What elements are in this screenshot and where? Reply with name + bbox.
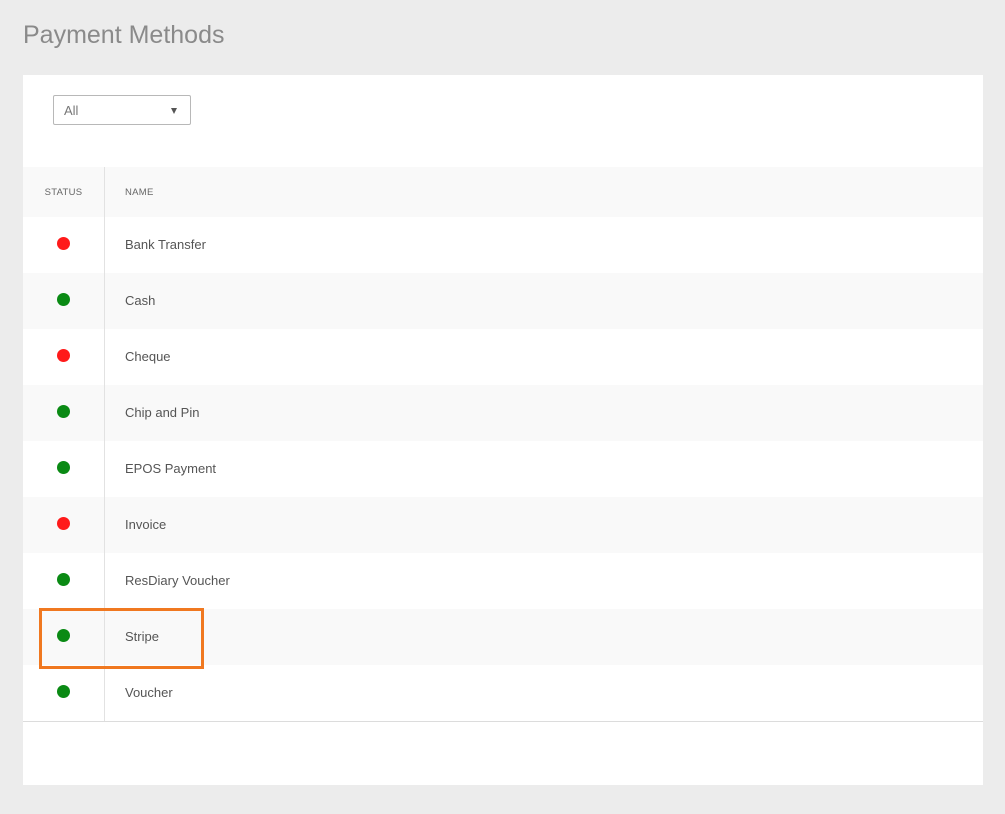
payment-method-name[interactable]: Stripe bbox=[105, 609, 983, 665]
page-title: Payment Methods bbox=[23, 21, 225, 49]
status-cell bbox=[23, 609, 105, 665]
status-cell bbox=[23, 217, 105, 273]
status-active-indicator bbox=[57, 293, 70, 306]
status-cell bbox=[23, 553, 105, 609]
table-body: Bank Transfer Cash Cheque Chip and Pin EPOS … bbox=[23, 217, 983, 721]
status-filter-value: All bbox=[64, 103, 79, 118]
status-cell bbox=[23, 441, 105, 497]
status-cell bbox=[23, 385, 105, 441]
status-filter-select[interactable]: All bbox=[53, 95, 191, 125]
payment-method-name[interactable]: Cash bbox=[105, 273, 983, 329]
payment-methods-card: All STATUS NAME Bank Transfer Cash Cheque C… bbox=[23, 75, 983, 785]
status-inactive-indicator bbox=[57, 237, 70, 250]
table-bottom-divider bbox=[23, 721, 983, 722]
triangle-down-icon bbox=[171, 108, 177, 114]
table-header-row: STATUS NAME bbox=[23, 167, 983, 217]
status-active-indicator bbox=[57, 405, 70, 418]
payment-method-name[interactable]: Cheque bbox=[105, 329, 983, 385]
column-header-name[interactable]: NAME bbox=[105, 167, 983, 217]
table-row[interactable]: Cash bbox=[23, 273, 983, 329]
status-active-indicator bbox=[57, 685, 70, 698]
table-row[interactable]: Bank Transfer bbox=[23, 217, 983, 273]
status-cell bbox=[23, 665, 105, 721]
table-row[interactable]: Chip and Pin bbox=[23, 385, 983, 441]
payment-method-name[interactable]: Chip and Pin bbox=[105, 385, 983, 441]
status-inactive-indicator bbox=[57, 517, 70, 530]
status-active-indicator bbox=[57, 461, 70, 474]
payment-methods-table: STATUS NAME Bank Transfer Cash Cheque Chip … bbox=[23, 167, 983, 722]
status-active-indicator bbox=[57, 629, 70, 642]
status-cell bbox=[23, 273, 105, 329]
payment-method-name[interactable]: Voucher bbox=[105, 665, 983, 721]
table-row[interactable]: Stripe bbox=[23, 609, 983, 665]
table-row[interactable]: Cheque bbox=[23, 329, 983, 385]
payment-method-name[interactable]: ResDiary Voucher bbox=[105, 553, 983, 609]
status-cell bbox=[23, 329, 105, 385]
payment-method-name[interactable]: Invoice bbox=[105, 497, 983, 553]
payment-method-name[interactable]: Bank Transfer bbox=[105, 217, 983, 273]
status-inactive-indicator bbox=[57, 349, 70, 362]
column-header-status[interactable]: STATUS bbox=[23, 167, 105, 217]
table-row[interactable]: Voucher bbox=[23, 665, 983, 721]
status-cell bbox=[23, 497, 105, 553]
table-row[interactable]: ResDiary Voucher bbox=[23, 553, 983, 609]
table-row[interactable]: Invoice bbox=[23, 497, 983, 553]
table-row[interactable]: EPOS Payment bbox=[23, 441, 983, 497]
payment-method-name[interactable]: EPOS Payment bbox=[105, 441, 983, 497]
status-active-indicator bbox=[57, 573, 70, 586]
